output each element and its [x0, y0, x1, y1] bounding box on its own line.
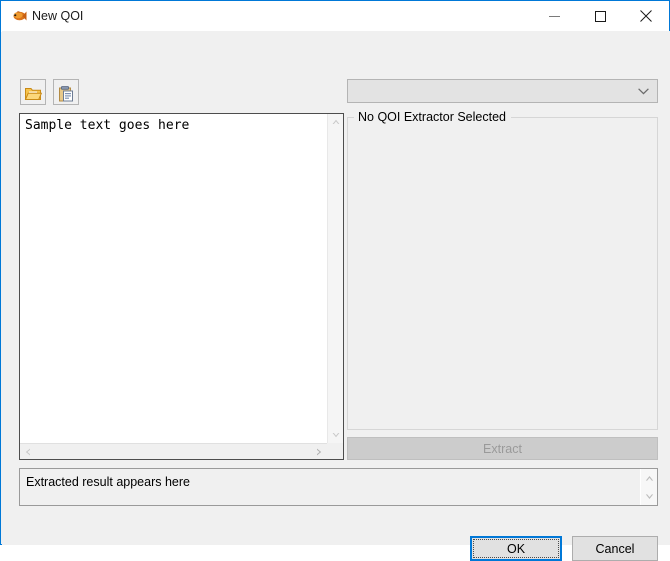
extractor-group-box	[347, 117, 658, 430]
scroll-right-icon[interactable]	[311, 444, 327, 460]
source-text-area[interactable]: Sample text goes here	[19, 113, 344, 460]
cancel-button[interactable]: Cancel	[572, 536, 658, 561]
result-scrollbar[interactable]	[640, 469, 657, 505]
ok-button-label: OK	[506, 541, 526, 556]
open-folder-icon[interactable]	[20, 79, 46, 105]
source-text-value: Sample text goes here	[25, 118, 190, 133]
scroll-down-icon[interactable]	[328, 427, 344, 443]
result-field[interactable]: Extracted result appears here	[19, 468, 658, 506]
maximize-icon[interactable]	[577, 1, 623, 31]
clipboard-paste-icon[interactable]	[53, 79, 79, 105]
result-value: Extracted result appears here	[26, 475, 190, 489]
minimize-icon[interactable]	[531, 1, 577, 31]
scroll-left-icon[interactable]	[20, 444, 36, 460]
dialog-window: New QOI Sample text goes here No QOI Ext…	[0, 0, 670, 561]
result-scroll-down-icon[interactable]	[641, 487, 657, 505]
ok-button[interactable]: OK	[470, 536, 562, 561]
chevron-down-icon[interactable]	[638, 80, 649, 102]
extractor-group-label: No QOI Extractor Selected	[354, 110, 511, 125]
scrollbar-corner	[327, 443, 343, 459]
scroll-up-icon[interactable]	[328, 114, 344, 130]
close-icon[interactable]	[623, 1, 669, 31]
title-bar: New QOI	[1, 1, 669, 32]
source-text-content[interactable]: Sample text goes here	[20, 114, 327, 443]
extractor-combo-box[interactable]	[347, 79, 658, 103]
extract-button[interactable]: Extract	[347, 437, 658, 460]
source-horizontal-scrollbar[interactable]	[20, 443, 327, 459]
client-area: Sample text goes here No QOI Extractor S…	[2, 31, 670, 561]
window-title: New QOI	[32, 9, 84, 23]
fish-icon	[10, 8, 28, 24]
result-scroll-up-icon[interactable]	[641, 469, 657, 487]
source-vertical-scrollbar[interactable]	[327, 114, 343, 443]
